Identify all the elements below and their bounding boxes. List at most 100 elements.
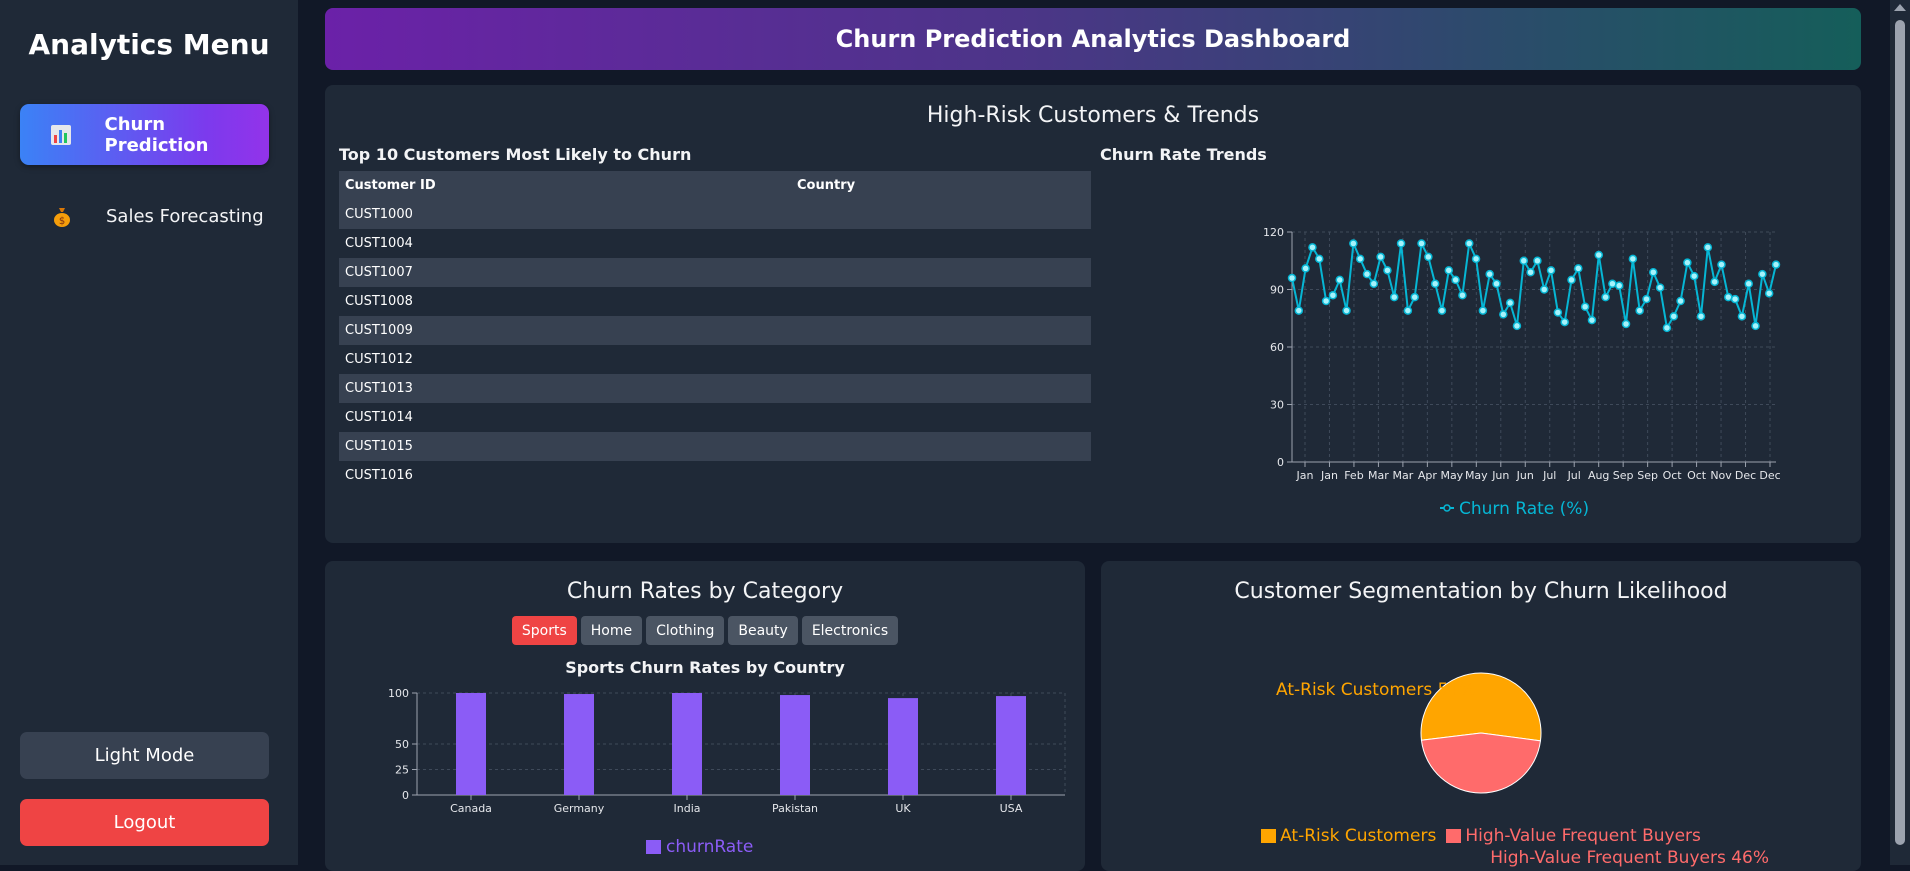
data-point [1594, 250, 1604, 260]
data-point [1301, 264, 1310, 273]
pie-legend: At-Risk Customers High-Value Frequent Bu… [1101, 826, 1861, 846]
page-scrollbar[interactable] [1890, 0, 1910, 865]
data-point [1403, 306, 1413, 315]
data-point [1635, 306, 1644, 315]
customer-id-cell: CUST1009 [339, 316, 791, 345]
data-point [1321, 296, 1331, 306]
data-point [1499, 310, 1508, 319]
y-tick-label: 0 [402, 789, 409, 802]
data-point [1287, 273, 1297, 283]
customers-table: Customer ID Country CUST1000 CUST1004 CU… [339, 171, 1091, 490]
filter-electronics-button[interactable]: Electronics [801, 616, 899, 645]
filter-home-button[interactable]: Home [580, 616, 643, 645]
category-title: Churn Rates by Category [566, 579, 844, 604]
legend-marker-icon [1443, 504, 1451, 512]
data-point [1655, 283, 1665, 292]
scrollbar-thumb[interactable] [1895, 20, 1905, 845]
category-card: Churn Rates by Category Sports Home Clot… [325, 561, 1085, 871]
filter-beauty-button[interactable]: Beauty [728, 616, 798, 645]
data-point [1628, 254, 1638, 264]
data-point [1553, 308, 1563, 317]
nav-item-churn-prediction[interactable]: Churn Prediction [20, 104, 269, 165]
x-tick-label: UK [895, 802, 911, 815]
x-tick-label: Nov [1710, 469, 1732, 482]
data-point [1621, 319, 1631, 329]
bar [564, 694, 594, 795]
data-point [1696, 312, 1706, 321]
dashboard-header: Churn Prediction Analytics Dashboard [325, 8, 1861, 70]
legend-label: High-Value Frequent Buyers [1465, 826, 1701, 846]
customer-id-cell: CUST1016 [345, 468, 413, 483]
y-tick-label: 60 [1270, 341, 1284, 354]
nav-label: Sales Forecasting [106, 206, 264, 227]
category-filter-bar: Sports Home Clothing Beauty Electronics [325, 616, 1085, 645]
table-header-row: Customer ID Country [339, 171, 1091, 200]
data-point [1417, 239, 1426, 248]
data-point [1390, 292, 1399, 302]
x-tick-label: USA [1000, 802, 1023, 815]
data-point [1471, 254, 1481, 264]
x-tick-label: May [1465, 469, 1488, 482]
x-tick-label: India [674, 802, 701, 815]
x-tick-label: Mar [1368, 469, 1389, 482]
filter-clothing-button[interactable]: Clothing [646, 616, 725, 645]
table-row: CUST1015 [339, 432, 1091, 461]
churn-trend-chart: 0306090120Jan Jan Feb Mar Mar Apr May May Jun Jun… [1263, 226, 1781, 519]
country-cell [791, 287, 1091, 316]
x-tick-label: Jul [1542, 469, 1556, 482]
customer-id-cell: CUST1013 [339, 374, 791, 403]
x-tick-label: Jun [1516, 469, 1534, 482]
data-point [1703, 243, 1713, 252]
bar [780, 695, 810, 795]
data-point [1383, 266, 1392, 275]
segmentation-card: Customer Segmentation by Churn Likelihoo… [1101, 561, 1861, 871]
data-point [1642, 294, 1651, 304]
customer-id-cell: CUST1004 [345, 236, 413, 251]
customer-id-cell: CUST1012 [345, 352, 413, 367]
data-point [1444, 266, 1454, 275]
x-tick-label: Mar [1393, 469, 1414, 482]
data-point [1601, 292, 1610, 302]
svg-text:$: $ [59, 216, 65, 227]
data-point [1424, 252, 1433, 262]
y-tick-label: 50 [395, 738, 409, 751]
data-point [1546, 266, 1556, 275]
nav-item-sales-forecasting[interactable]: $ Sales Forecasting [20, 186, 269, 247]
x-tick-label: Apr [1418, 469, 1438, 482]
x-tick-label: Jul [1567, 469, 1581, 482]
data-point [1355, 254, 1365, 264]
data-point [1567, 275, 1576, 285]
bar-chart-icon [42, 123, 81, 147]
scroll-up-arrow-icon[interactable] [1894, 4, 1906, 11]
data-point [1580, 302, 1590, 311]
table-row: CUST1013 [339, 374, 1091, 403]
logout-button[interactable]: Logout [20, 799, 269, 846]
customer-id-cell: CUST1000 [339, 200, 791, 229]
high-risk-card: High-Risk Customers & Trends Top 10 Cust… [325, 85, 1861, 543]
customer-id-cell: CUST1008 [345, 294, 413, 309]
light-mode-button[interactable]: Light Mode [20, 732, 269, 779]
x-tick-label: Oct [1687, 469, 1707, 482]
legend-swatch-icon [646, 840, 661, 854]
data-point [1519, 256, 1529, 265]
x-tick-label: Sep [1613, 469, 1634, 482]
data-point [1335, 275, 1344, 285]
country-cell [791, 316, 1091, 345]
data-point [1574, 264, 1583, 273]
filter-sports-button[interactable]: Sports [511, 616, 577, 645]
trend-title: Churn Rate Trends [1100, 145, 1267, 164]
bar [456, 693, 486, 795]
data-point [1315, 254, 1324, 264]
bar [888, 698, 918, 795]
y-tick-label: 120 [1263, 226, 1284, 239]
segmentation-title: Customer Segmentation by Churn Likelihoo… [1234, 579, 1728, 604]
data-point [1464, 239, 1474, 248]
data-point [1505, 298, 1515, 308]
data-point [1730, 294, 1740, 304]
column-header-country: Country [791, 171, 1091, 200]
country-cell [791, 374, 1091, 403]
data-point [1662, 323, 1672, 333]
data-point [1430, 279, 1440, 288]
legend-label: Churn Rate (%) [1459, 499, 1589, 519]
legend-item-at-risk: At-Risk Customers [1261, 826, 1436, 846]
